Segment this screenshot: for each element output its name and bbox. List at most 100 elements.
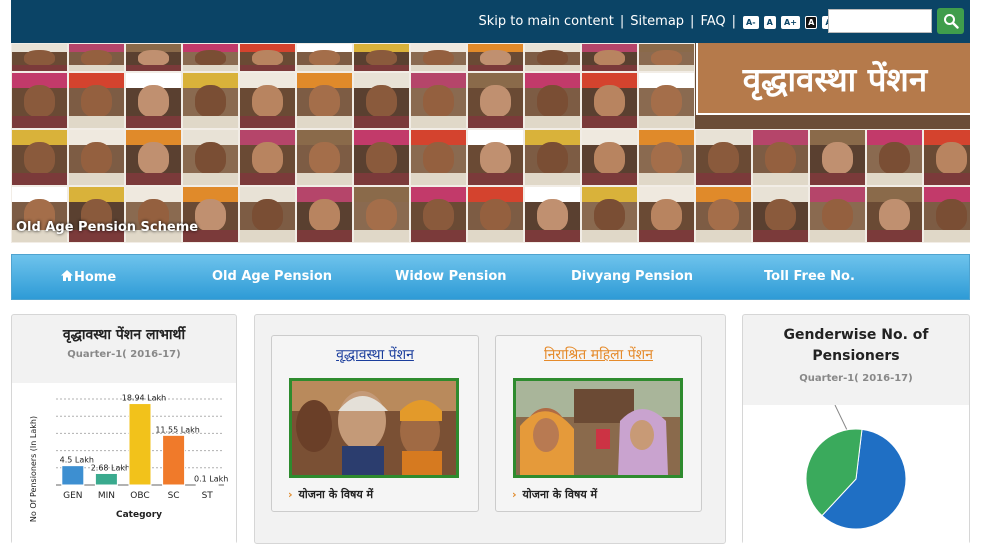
clothing	[354, 65, 409, 71]
face-shape	[138, 85, 169, 117]
about-link-old-age[interactable]: ›योजना के विषय में	[288, 487, 373, 502]
face-shape	[195, 50, 226, 66]
face-shape	[81, 142, 112, 174]
font-normal-button[interactable]: A	[764, 16, 776, 29]
banner-title: वृद्धावस्था पेंशन	[743, 56, 927, 101]
scheme-photo-widow[interactable]	[513, 378, 683, 478]
about-link-widow[interactable]: ›योजना के विषय में	[512, 487, 597, 502]
pensioner-photo	[638, 129, 695, 186]
clothing	[525, 173, 580, 185]
pensioner-photo	[353, 43, 410, 72]
pensioner-photo	[467, 186, 524, 243]
pensioner-photo	[11, 129, 68, 186]
clothing	[183, 116, 238, 128]
face-shape	[252, 50, 283, 66]
face-shape	[309, 85, 340, 117]
clothing	[582, 230, 637, 242]
face-shape	[309, 142, 340, 174]
pensioner-photo	[581, 186, 638, 243]
clothing	[240, 65, 295, 71]
face-shape	[537, 50, 568, 66]
nav-item-home[interactable]: Home	[60, 269, 116, 285]
clothing	[411, 116, 466, 128]
pensioner-photo	[353, 129, 410, 186]
face-shape	[195, 199, 226, 231]
clothing	[297, 173, 352, 185]
clothing	[924, 230, 970, 242]
clothing	[468, 116, 523, 128]
face-shape	[651, 142, 682, 174]
face-shape	[480, 50, 511, 66]
gender-quarter: Quarter-1( 2016-17)	[743, 373, 969, 384]
pensioner-photo	[239, 186, 296, 243]
separator: |	[732, 14, 736, 29]
font-decrease-button[interactable]: A-	[743, 16, 759, 29]
banner-title-panel: वृद्धावस्था पेंशन	[696, 43, 970, 115]
pie-chart-area	[743, 405, 969, 545]
pensioner-photo	[296, 43, 353, 72]
face-shape	[423, 142, 454, 174]
face-shape	[138, 50, 169, 66]
face-shape	[480, 199, 511, 231]
chevron-right-icon: ›	[512, 488, 517, 501]
face-shape	[195, 142, 226, 174]
pensioner-photo	[182, 43, 239, 72]
face-shape	[366, 199, 397, 231]
pensioner-photo	[524, 186, 581, 243]
schemes-card: वृद्धावस्था पेंशन ›योजना के विषय में निर…	[254, 314, 726, 544]
face-shape	[366, 85, 397, 117]
clothing	[354, 173, 409, 185]
high-contrast-button[interactable]: A	[805, 16, 817, 29]
clothing	[867, 230, 922, 242]
clothing	[69, 65, 124, 71]
nav-item-divyang-pension[interactable]: Divyang Pension	[571, 269, 693, 284]
old-men-photo	[292, 381, 456, 475]
pensioner-photo	[866, 129, 923, 186]
scheme-link-widow[interactable]: निराश्रित महिला पेंशन	[496, 345, 701, 364]
data-label: 11.55 Lakh	[155, 425, 200, 434]
nav-item-widow-pension[interactable]: Widow Pension	[395, 269, 507, 284]
pensioner-photo	[809, 129, 866, 186]
face-shape	[423, 199, 454, 231]
pensioner-photo	[581, 129, 638, 186]
face-shape	[594, 50, 625, 66]
clothing	[639, 65, 694, 71]
top-links: Skip to main content | Sitemap | FAQ | A…	[478, 14, 845, 29]
clothing	[696, 230, 751, 242]
nav-item-toll-free[interactable]: Toll Free No.	[764, 269, 855, 284]
data-label: 0.1 Lakh	[194, 475, 228, 484]
face-shape	[936, 142, 967, 174]
pensioner-photo	[923, 186, 970, 243]
pensioner-photo	[410, 43, 467, 72]
banner: वृद्धावस्था पेंशन Old Age Pension Scheme	[11, 43, 970, 243]
pensioner-photo	[239, 72, 296, 129]
sitemap-link[interactable]: Sitemap	[630, 14, 684, 29]
chevron-right-icon: ›	[288, 488, 293, 501]
clothing	[753, 230, 808, 242]
search-input[interactable]	[828, 9, 932, 33]
pensioner-photo	[524, 129, 581, 186]
font-increase-button[interactable]: A+	[781, 16, 800, 29]
pensioner-photo	[581, 72, 638, 129]
pensioner-photo	[11, 72, 68, 129]
bar-min	[95, 473, 117, 485]
x-tick-label: OBC	[130, 491, 149, 501]
face-shape	[537, 199, 568, 231]
face-shape	[537, 85, 568, 117]
faq-link[interactable]: FAQ	[700, 14, 725, 29]
nav-item-old-age-pension[interactable]: Old Age Pension	[212, 269, 332, 284]
scheme-photo-old-age[interactable]	[289, 378, 459, 478]
clothing	[468, 173, 523, 185]
face-shape	[480, 142, 511, 174]
gender-title: Genderwise No. of Pensioners	[765, 325, 947, 367]
women-photo	[516, 381, 680, 475]
scheme-link-old-age[interactable]: वृद्धावस्था पेंशन	[272, 345, 478, 364]
face-shape	[765, 142, 796, 174]
clothing	[924, 173, 970, 185]
face-shape	[81, 50, 112, 66]
search-button[interactable]	[937, 8, 964, 34]
pensioner-photo	[353, 72, 410, 129]
skip-to-main-link[interactable]: Skip to main content	[478, 14, 613, 29]
clothing	[240, 116, 295, 128]
pensioner-photo	[752, 129, 809, 186]
